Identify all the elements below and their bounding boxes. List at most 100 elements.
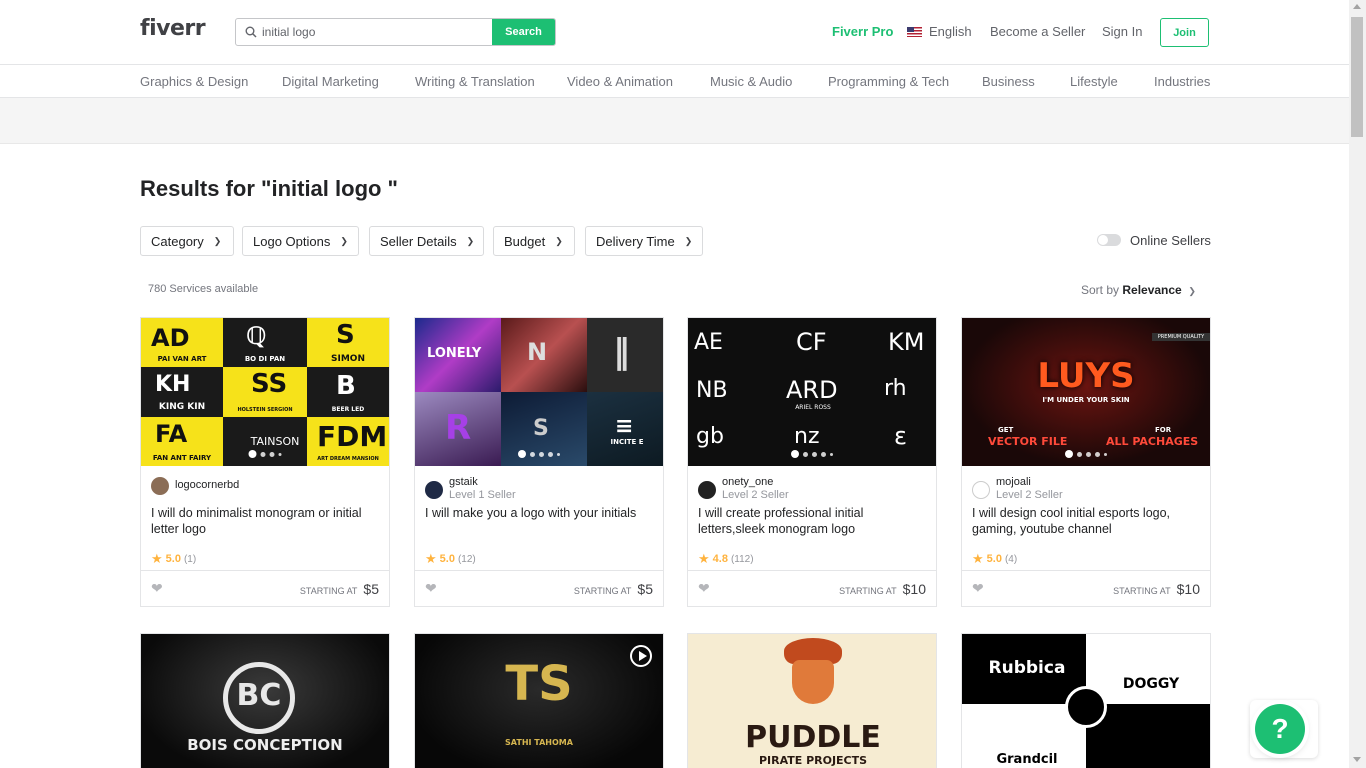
carousel-dots[interactable] bbox=[791, 450, 833, 458]
heart-icon[interactable]: ❤ bbox=[151, 580, 163, 597]
fiverr-pro-link[interactable]: Fiverr Pro bbox=[832, 24, 893, 39]
category-business[interactable]: Business bbox=[982, 74, 1035, 89]
filter-budget[interactable]: Budget ❯ bbox=[493, 226, 575, 256]
avatar[interactable] bbox=[151, 477, 169, 495]
scroll-down-icon[interactable] bbox=[1353, 757, 1361, 762]
language-selector[interactable]: English bbox=[907, 24, 972, 39]
gig-thumbnail[interactable]: PREMIUM QUALITY LUYS I'M UNDER YOUR SKIN… bbox=[962, 318, 1210, 466]
seller-name[interactable]: mojoali bbox=[996, 476, 1063, 488]
thumb-text: VECTOR FILE bbox=[988, 435, 1068, 448]
search-button[interactable]: Search bbox=[492, 19, 555, 45]
thumb-text: rh bbox=[884, 376, 907, 401]
category-lifestyle[interactable]: Lifestyle bbox=[1070, 74, 1118, 89]
thumb-text: SIMON bbox=[331, 354, 365, 364]
carousel-dots[interactable] bbox=[1065, 450, 1107, 458]
online-sellers-toggle[interactable] bbox=[1097, 234, 1121, 246]
gig-title[interactable]: I will do minimalist monogram or initial… bbox=[151, 505, 381, 537]
star-icon: ★ bbox=[972, 551, 984, 566]
gig-thumbnail[interactable]: BC BOIS CONCEPTION bbox=[140, 633, 390, 768]
play-icon[interactable] bbox=[630, 645, 652, 667]
gig-rating: ★ 5.0 (1) bbox=[151, 551, 196, 567]
join-button[interactable]: Join bbox=[1160, 18, 1209, 47]
gig-footer: ❤ STARTING AT $10 bbox=[688, 570, 936, 606]
gig-card[interactable]: AD PAI VAN ART ℚ BO DI PAN S SIMON KH KI… bbox=[140, 317, 390, 607]
category-video-animation[interactable]: Video & Animation bbox=[567, 74, 673, 89]
seller-info: gstaik Level 1 Seller bbox=[425, 476, 516, 502]
heart-icon[interactable]: ❤ bbox=[698, 580, 710, 597]
rating-value: 5.0 bbox=[439, 553, 455, 565]
heart-icon[interactable]: ❤ bbox=[425, 580, 437, 597]
avatar[interactable] bbox=[425, 481, 443, 499]
thumb-text: FAN ANT FAIRY bbox=[152, 454, 212, 462]
filter-label: Delivery Time bbox=[596, 233, 675, 249]
thumb-text: Rubbica bbox=[988, 658, 1066, 678]
thumb-text: SATHI TAHOMA bbox=[505, 738, 573, 747]
starting-at-label: STARTING AT bbox=[573, 586, 632, 596]
gig-footer: ❤ STARTING AT $10 bbox=[962, 570, 1210, 606]
page-scrollbar[interactable] bbox=[1349, 0, 1366, 768]
gig-thumbnail[interactable]: LONELY N ‖ R S INCITE E ≡ bbox=[415, 318, 663, 466]
heart-icon[interactable]: ❤ bbox=[972, 580, 984, 597]
help-button[interactable]: ? bbox=[1255, 704, 1305, 754]
seller-name[interactable]: gstaik bbox=[449, 476, 516, 488]
category-digital-marketing[interactable]: Digital Marketing bbox=[282, 74, 379, 89]
filter-delivery-time[interactable]: Delivery Time ❯ bbox=[585, 226, 703, 256]
category-writing-translation[interactable]: Writing & Translation bbox=[415, 74, 535, 89]
gig-rating: ★ 4.8 (112) bbox=[698, 551, 754, 567]
banner-area bbox=[0, 98, 1349, 144]
category-music-audio[interactable]: Music & Audio bbox=[710, 74, 792, 89]
thumb-text: KM bbox=[888, 328, 925, 356]
avatar[interactable] bbox=[972, 481, 990, 499]
top-header: fiverr Search Fiverr Pro English Become … bbox=[0, 0, 1349, 65]
thumb-text: LUYS bbox=[1037, 356, 1135, 396]
thumb-text: BOIS CONCEPTION bbox=[187, 736, 343, 754]
sort-label: Sort by bbox=[1081, 283, 1120, 297]
gig-card[interactable]: AE CF KM NB ARD ARIEL ROSS rh gb nz ε on… bbox=[687, 317, 937, 607]
language-label: English bbox=[929, 24, 972, 39]
gig-rating: ★ 5.0 (4) bbox=[972, 551, 1017, 567]
online-sellers-label: Online Sellers bbox=[1130, 233, 1211, 248]
chevron-down-icon: ❯ bbox=[466, 235, 475, 246]
filter-logo-options[interactable]: Logo Options ❯ bbox=[242, 226, 359, 256]
gig-title[interactable]: I will make you a logo with your initial… bbox=[425, 505, 655, 521]
search-input[interactable] bbox=[262, 19, 492, 45]
gig-title[interactable]: I will design cool initial esports logo,… bbox=[972, 505, 1202, 537]
scrollbar-thumb[interactable] bbox=[1351, 17, 1363, 137]
chevron-down-icon: ❯ bbox=[555, 235, 563, 246]
gig-thumbnail[interactable]: PUDDLE PIRATE PROJECTS bbox=[687, 633, 937, 768]
seller-info: onety_one Level 2 Seller bbox=[698, 476, 789, 502]
fiverr-logo[interactable]: fiverr bbox=[140, 16, 206, 41]
thumb-text: LONELY bbox=[427, 346, 482, 361]
carousel-dots[interactable] bbox=[248, 450, 282, 458]
sign-in-link[interactable]: Sign In bbox=[1102, 24, 1142, 39]
thumb-text: GET bbox=[998, 426, 1014, 434]
category-graphics-design[interactable]: Graphics & Design bbox=[140, 74, 248, 89]
filter-seller-details[interactable]: Seller Details ❯ bbox=[369, 226, 484, 256]
pirate-face bbox=[792, 660, 834, 704]
gig-thumbnail[interactable]: AE CF KM NB ARD ARIEL ROSS rh gb nz ε bbox=[688, 318, 936, 466]
gig-card[interactable]: LONELY N ‖ R S INCITE E ≡ gstaik Level 1 … bbox=[414, 317, 664, 607]
avatar[interactable] bbox=[698, 481, 716, 499]
starting-at-label: STARTING AT bbox=[839, 586, 897, 596]
seller-info: mojoali Level 2 Seller bbox=[972, 476, 1063, 502]
chevron-down-icon: ❯ bbox=[684, 235, 693, 246]
category-industries[interactable]: Industries bbox=[1154, 74, 1210, 89]
review-count: (4) bbox=[1004, 553, 1018, 565]
gig-card[interactable]: PREMIUM QUALITY LUYS I'M UNDER YOUR SKIN… bbox=[961, 317, 1211, 607]
seller-name[interactable]: onety_one bbox=[722, 476, 789, 488]
become-seller-link[interactable]: Become a Seller bbox=[990, 24, 1085, 39]
sort-dropdown[interactable]: Sort by Relevance ❯ bbox=[1081, 283, 1196, 297]
chevron-down-icon: ❯ bbox=[213, 235, 222, 246]
filter-category[interactable]: Category ❯ bbox=[140, 226, 234, 256]
gig-thumbnail[interactable]: AD PAI VAN ART ℚ BO DI PAN S SIMON KH KI… bbox=[141, 318, 389, 466]
filter-label: Seller Details bbox=[380, 233, 457, 249]
scroll-up-icon[interactable] bbox=[1353, 4, 1361, 9]
gig-thumbnail[interactable]: Rubbica DOGGY Grandcil bbox=[961, 633, 1211, 768]
category-programming-tech[interactable]: Programming & Tech bbox=[828, 74, 949, 89]
sort-value: Relevance bbox=[1122, 283, 1182, 297]
thumb-text: TS bbox=[505, 656, 573, 712]
gig-title[interactable]: I will create professional initial lette… bbox=[698, 505, 928, 537]
gig-thumbnail[interactable]: TS SATHI TAHOMA bbox=[414, 633, 664, 768]
carousel-dots[interactable] bbox=[518, 450, 560, 458]
seller-name[interactable]: logocornerbd bbox=[175, 479, 239, 491]
